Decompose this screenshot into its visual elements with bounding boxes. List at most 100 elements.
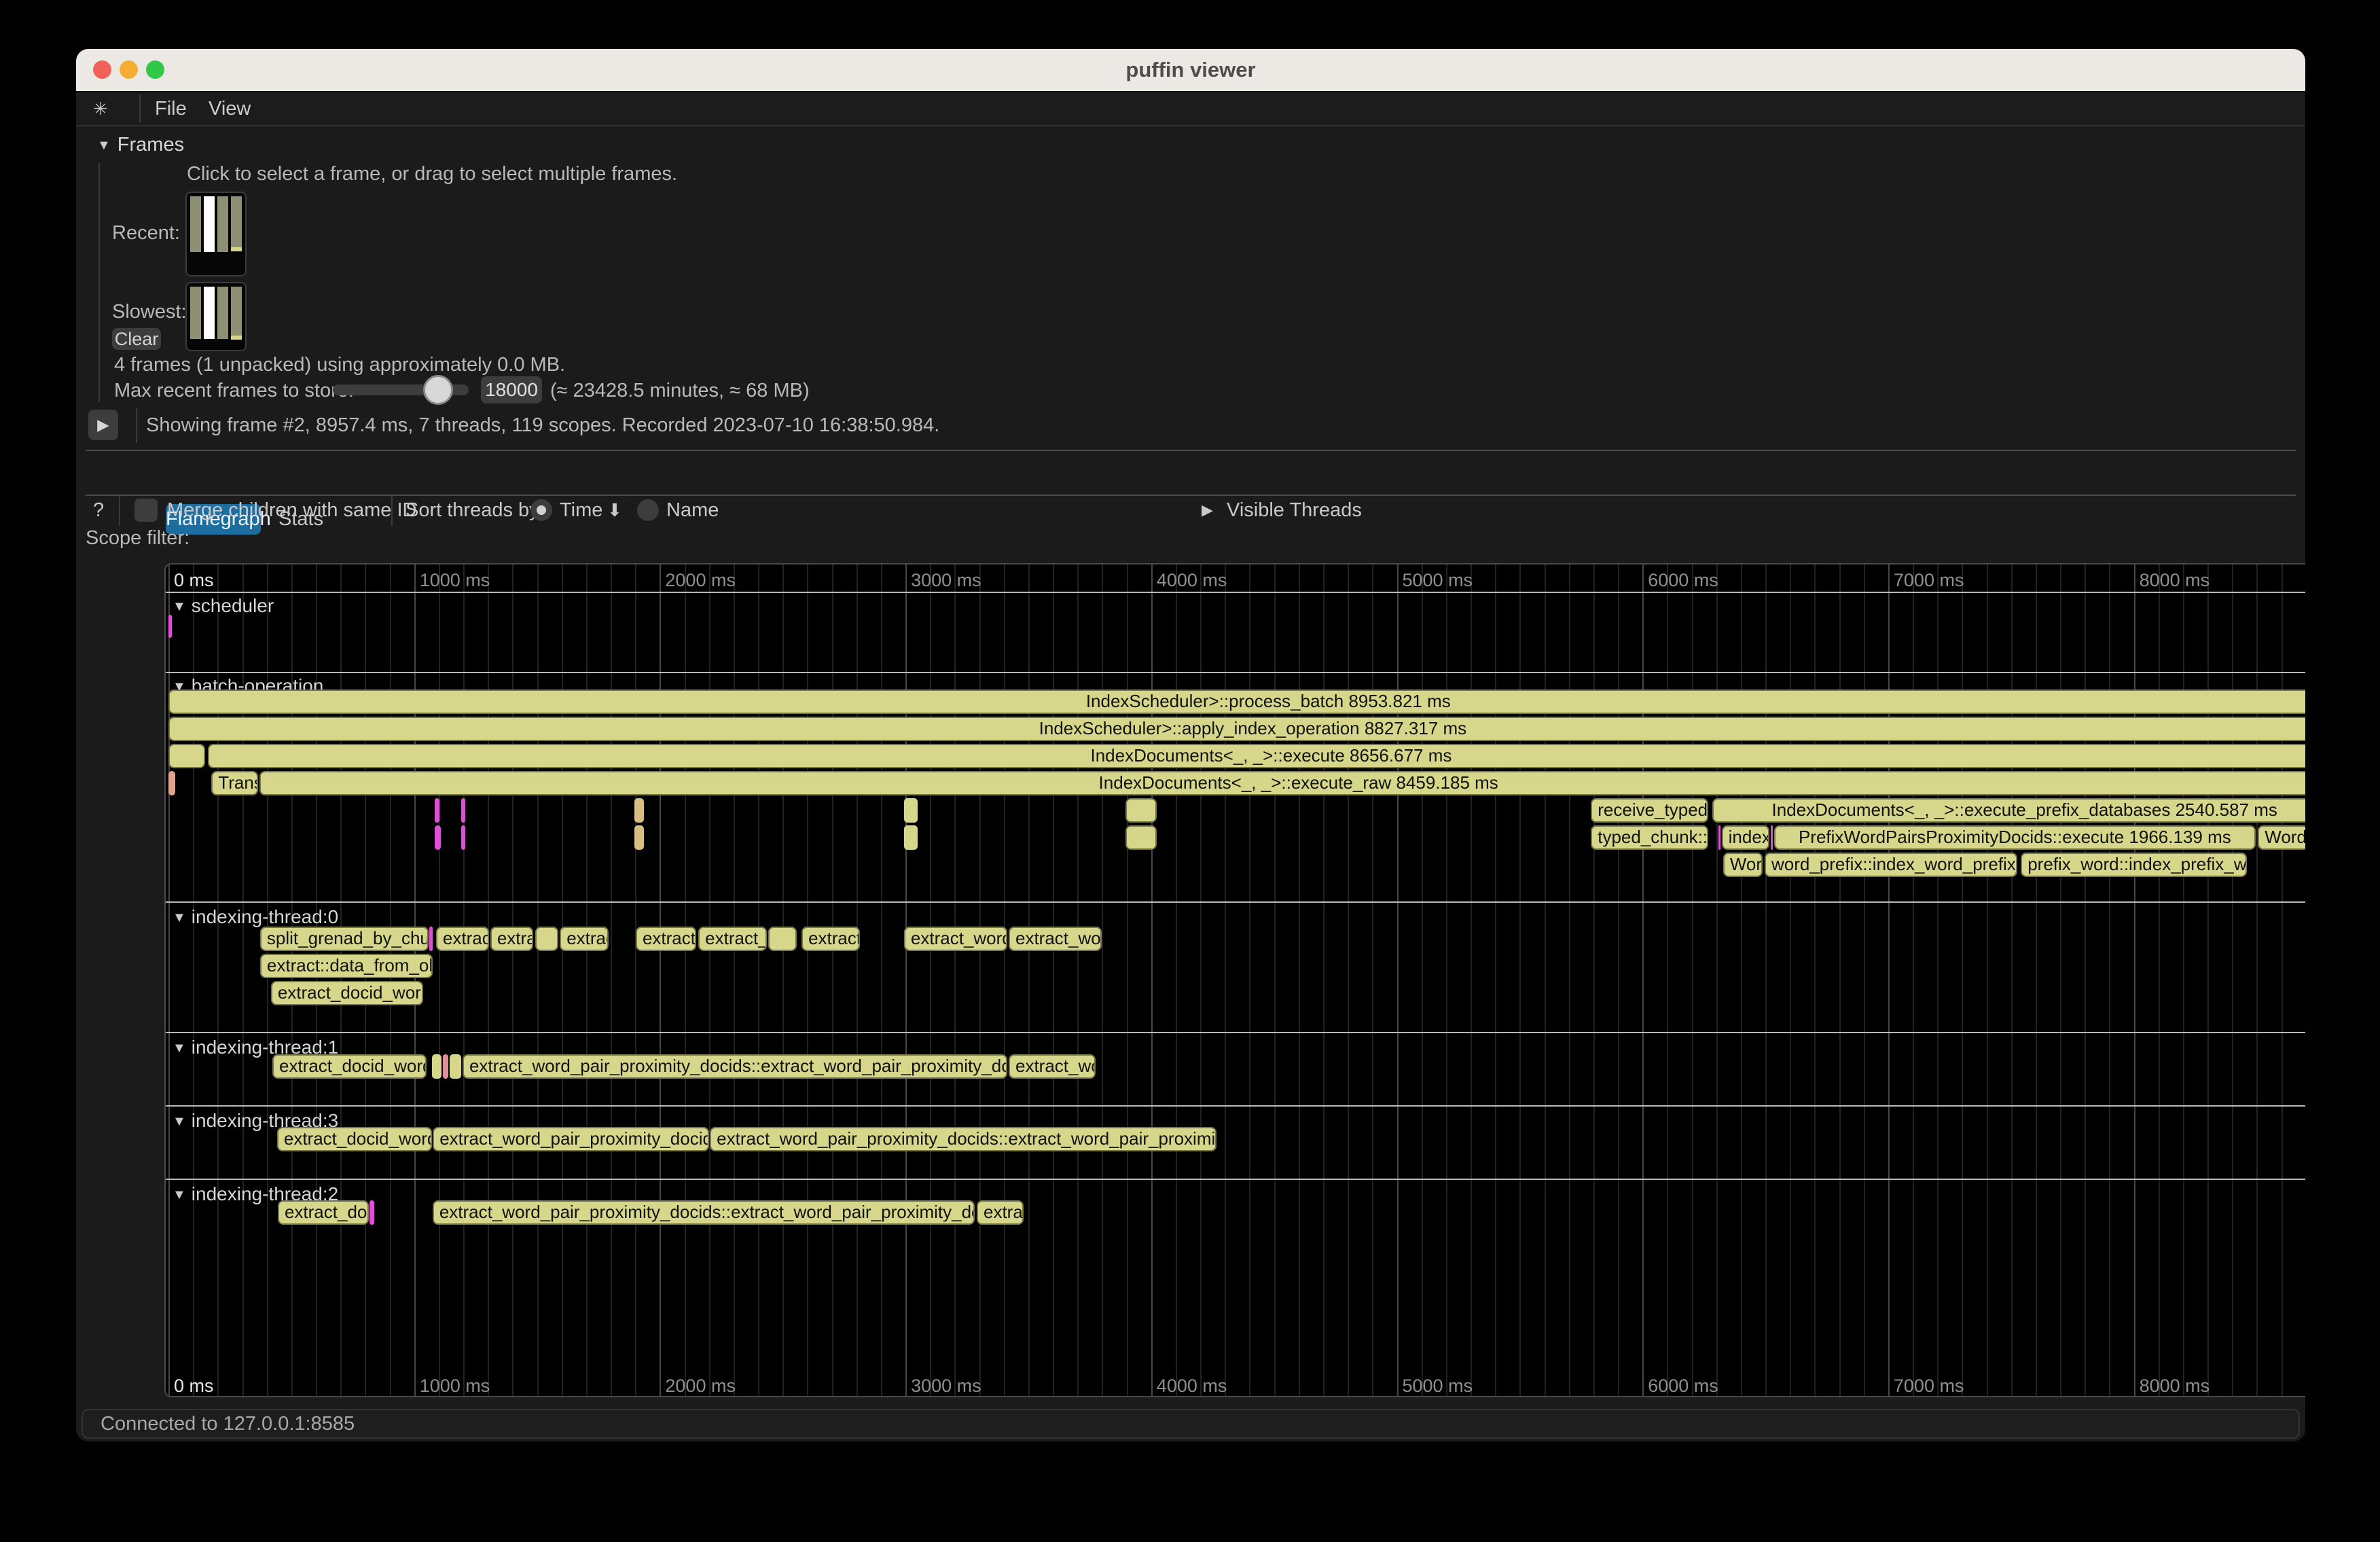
- thread-header-indexing-thread:0[interactable]: ▼indexing-thread:0: [173, 906, 338, 929]
- flamegraph-bar[interactable]: extract: [436, 927, 489, 951]
- flamegraph-bar[interactable]: [1771, 825, 1773, 850]
- flamegraph-bar[interactable]: [429, 927, 433, 951]
- frame-bar[interactable]: [231, 196, 242, 272]
- help-button[interactable]: ?: [93, 495, 104, 526]
- axis-tick-label: 6000 ms: [1648, 570, 1718, 591]
- flamegraph-bar[interactable]: Trans: [211, 771, 258, 795]
- flamegraph-bar[interactable]: [634, 825, 644, 850]
- flamegraph-bar[interactable]: [904, 798, 918, 823]
- flamegraph-bar[interactable]: [435, 825, 441, 850]
- play-button[interactable]: ▶: [88, 410, 118, 440]
- flamegraph-bar[interactable]: receive_typed_: [1591, 798, 1708, 823]
- flamegraph-bar[interactable]: extract_word: [904, 927, 1007, 951]
- flamegraph-bar[interactable]: [904, 825, 918, 850]
- collapse-triangle-icon: ▼: [173, 1041, 186, 1056]
- flamegraph-bar[interactable]: IndexDocuments<_, _>::execute_raw 8459.1…: [259, 771, 2305, 795]
- flamegraph-bar[interactable]: IndexScheduler>::apply_index_operation 8…: [168, 717, 2305, 741]
- section-separator: [166, 1032, 2305, 1033]
- flamegraph-bar[interactable]: [435, 798, 439, 823]
- flamegraph-bar[interactable]: [432, 1054, 441, 1079]
- merge-children-label: Merge children with same ID: [167, 495, 416, 526]
- flamegraph-bar[interactable]: extract_doc: [278, 1200, 369, 1225]
- flamegraph-bar[interactable]: [1718, 825, 1721, 850]
- slider-knob[interactable]: [423, 375, 453, 405]
- axis-tick-label: 1000 ms: [420, 570, 490, 591]
- flamegraph-bar[interactable]: extract_word_pair_proximity_docids::extr…: [710, 1127, 1216, 1151]
- sort-time-radio[interactable]: [530, 499, 552, 521]
- flamegraph-bar[interactable]: extract_: [698, 927, 767, 951]
- flamegraph-bar[interactable]: extract_: [636, 927, 696, 951]
- flamegraph-bar[interactable]: extract_docid_word: [271, 981, 423, 1005]
- flamegraph-bar[interactable]: extrac: [560, 927, 609, 951]
- flamegraph-bar[interactable]: PrefixWordPairsProximityDocids::execute …: [1774, 825, 2256, 850]
- axis-tick-label: 3000 ms: [911, 570, 981, 591]
- clear-button[interactable]: Clear: [112, 328, 161, 350]
- flamegraph-bar[interactable]: Word: [1723, 853, 1763, 877]
- frame-bar[interactable]: [204, 287, 215, 346]
- gridline-major: [168, 564, 170, 1396]
- flamegraph-bar[interactable]: typed_chunk::w: [1591, 825, 1708, 850]
- flamegraph-bar[interactable]: [634, 798, 644, 823]
- slowest-frames-thumbnail[interactable]: [185, 282, 247, 351]
- frame-bar[interactable]: [190, 196, 201, 272]
- flamegraph-bar[interactable]: extract_wo: [1009, 927, 1102, 951]
- flamegraph-bar[interactable]: extract: [801, 927, 860, 951]
- flamegraph-bar[interactable]: IndexDocuments<_, _>::execute 8656.677 m…: [208, 744, 2305, 768]
- recent-frames-thumbnail[interactable]: [185, 192, 247, 276]
- flamegraph-bar[interactable]: extract_docid_word: [277, 1127, 432, 1151]
- flamegraph-bar[interactable]: word_prefix::index_word_prefix_: [1765, 853, 2017, 877]
- flamegraph-bar[interactable]: [1125, 798, 1157, 823]
- visible-threads-header[interactable]: Visible Threads: [1227, 495, 1362, 526]
- flamegraph-bar[interactable]: [168, 615, 172, 638]
- scope-filter-label: Scope filter:: [86, 522, 190, 554]
- visible-threads-triangle-icon[interactable]: ▶: [1202, 495, 1213, 526]
- flamegraph-bar[interactable]: [768, 927, 797, 951]
- axis-tick-label: 6000 ms: [1648, 1376, 1718, 1397]
- flamegraph-bar[interactable]: extra: [490, 927, 534, 951]
- flamegraph-bar[interactable]: [168, 771, 175, 795]
- flamegraph-bar[interactable]: extract::data_from_ob: [260, 954, 433, 978]
- flamegraph-bar[interactable]: [461, 825, 465, 850]
- flamegraph-bar[interactable]: extract_word_pair_proximity_docids::extr…: [433, 1200, 975, 1225]
- frame-bar[interactable]: [231, 287, 242, 346]
- flamegraph-bar[interactable]: extract_word_pair_proximity_docids: [433, 1127, 709, 1151]
- max-frames-value[interactable]: 18000: [481, 376, 542, 404]
- flamegraph-bar[interactable]: IndexDocuments<_, _>::execute_prefix_dat…: [1712, 798, 2305, 823]
- thread-header-scheduler[interactable]: ▼scheduler: [173, 594, 274, 617]
- flamegraph-bar[interactable]: IndexScheduler>::process_batch 8953.821 …: [168, 689, 2305, 714]
- flamegraph-bar[interactable]: [168, 744, 205, 768]
- flamegraph-bar[interactable]: [443, 1054, 449, 1079]
- frame-bar[interactable]: [217, 287, 228, 346]
- flamegraph-bar[interactable]: extrac: [977, 1200, 1024, 1225]
- sort-name-radio[interactable]: [637, 499, 659, 521]
- flamegraph-bar[interactable]: prefix_word::index_prefix_wo: [2021, 853, 2247, 877]
- sort-direction-icon[interactable]: ⬇: [607, 495, 622, 526]
- frame-bar[interactable]: [217, 196, 228, 272]
- theme-toggle-icon[interactable]: ✳: [93, 92, 108, 125]
- axis-tick-label: 8000 ms: [2140, 570, 2210, 591]
- frames-collapse-header[interactable]: ▼Frames: [97, 133, 184, 156]
- flamegraph-bar[interactable]: extract_wo: [1009, 1054, 1096, 1079]
- axis-tick-label: 5000 ms: [1403, 570, 1473, 591]
- flamegraph-bar[interactable]: WordPr: [2258, 825, 2305, 850]
- flamegraph-bar[interactable]: [1125, 825, 1157, 850]
- flamegraph-bar[interactable]: [369, 1200, 374, 1225]
- flamegraph-bar[interactable]: split_grenad_by_chun: [260, 927, 429, 951]
- axis-tick-label: 2000 ms: [665, 1376, 736, 1397]
- flamegraph-bar[interactable]: extract_word_pair_proximity_docids::extr…: [463, 1054, 1007, 1079]
- flamegraph-bar[interactable]: index: [1722, 825, 1770, 850]
- menu-file[interactable]: File: [155, 92, 187, 125]
- collapse-triangle-icon: ▼: [173, 1114, 186, 1129]
- axis-tick-label: 4000 ms: [1157, 570, 1227, 591]
- collapse-triangle-icon: ▼: [173, 910, 186, 925]
- menu-view[interactable]: View: [209, 92, 251, 125]
- flamegraph-bar[interactable]: extract_docid_word: [272, 1054, 427, 1079]
- flamegraph-bar[interactable]: [461, 798, 465, 823]
- flamegraph-bar[interactable]: [535, 927, 558, 951]
- flamegraph-canvas[interactable]: 0 ms1000 ms2000 ms3000 ms4000 ms5000 ms6…: [164, 563, 2305, 1397]
- flamegraph-bar[interactable]: [450, 1054, 461, 1079]
- frame-bar[interactable]: [190, 287, 201, 346]
- axis-tick-label: 1000 ms: [420, 1376, 490, 1397]
- merge-children-checkbox[interactable]: [134, 499, 158, 522]
- frame-bar[interactable]: [204, 196, 215, 272]
